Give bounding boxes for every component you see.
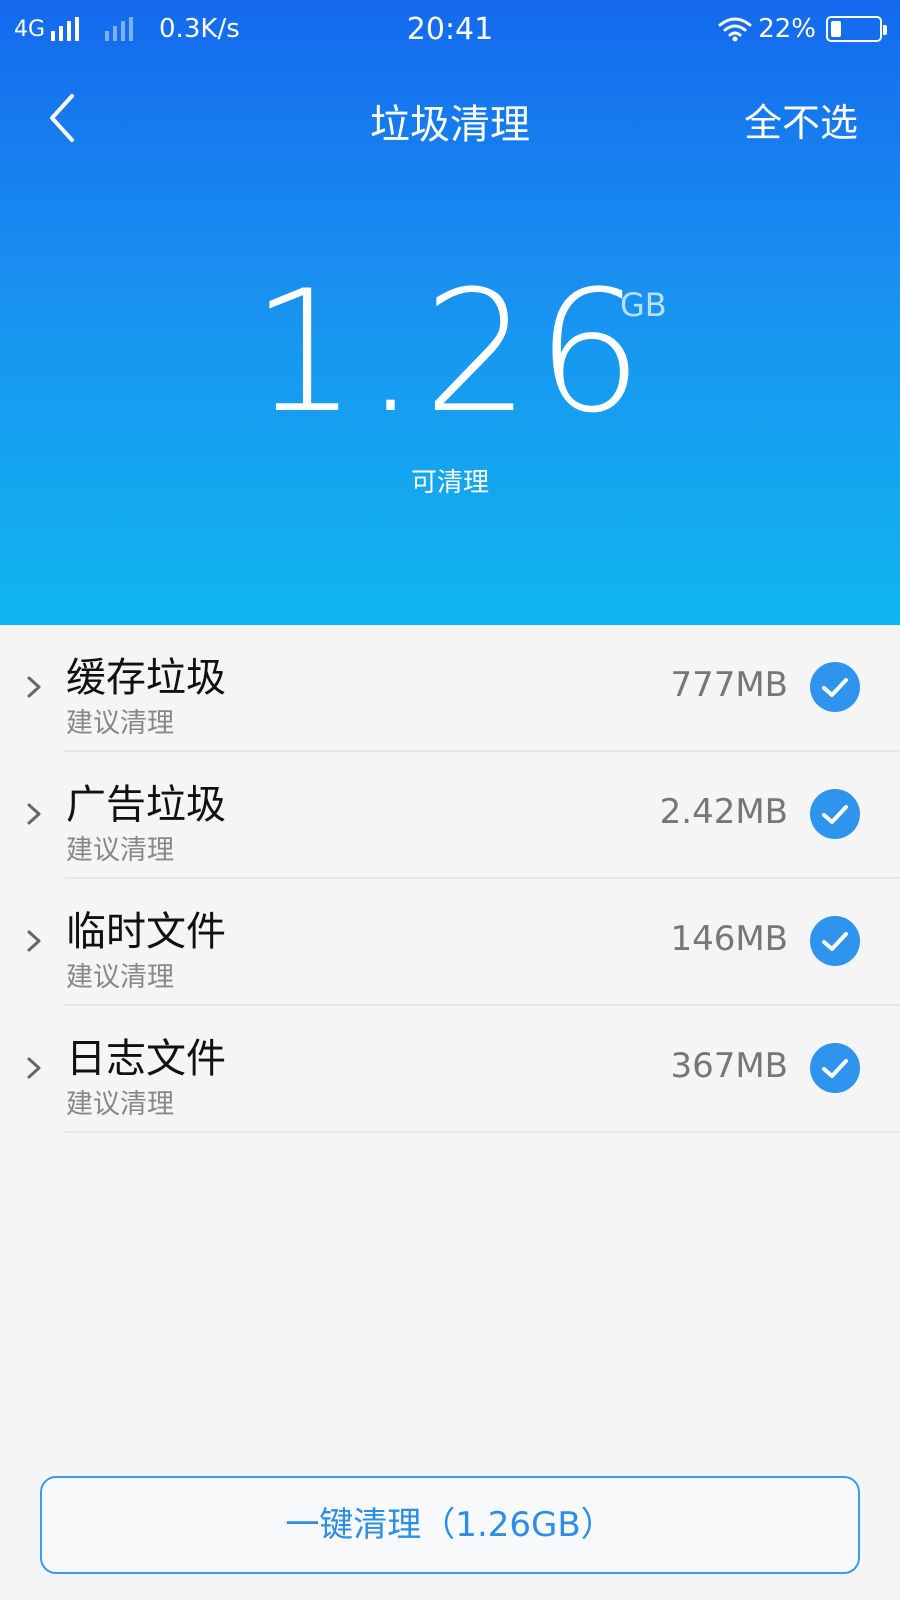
checkmark-icon [822,678,848,697]
checkmark-icon [822,805,848,824]
category-hint: 建议清理 [66,835,174,866]
one-click-clean-button[interactable]: 一键清理（1.26GB） [40,1476,860,1574]
battery-icon [826,16,887,42]
wifi-icon [718,17,752,42]
category-size: 2.42MB [659,792,788,832]
junk-category-list: 缓存垃圾 建议清理 777MB 广告垃圾 建议清理 2.42MB 临时文件 建议… [0,625,900,1133]
status-bar: 4G 0.3K/s 20:41 22% [0,0,900,62]
chevron-right-icon[interactable] [22,1052,46,1084]
header-panel: 4G 0.3K/s 20:41 22% 垃圾清理 全不选 1.26 GB 可清理 [0,0,900,625]
category-checkbox[interactable] [810,1043,860,1093]
category-size: 146MB [670,919,788,959]
chevron-right-icon[interactable] [22,671,46,703]
chevron-right-icon[interactable] [22,925,46,957]
list-item[interactable]: 临时文件 建议清理 146MB [0,879,900,1006]
junk-amount: 1.26 GB [0,262,900,442]
category-hint: 建议清理 [66,962,174,993]
checkmark-icon [822,1059,848,1078]
status-right: 22% [718,14,887,44]
deselect-all-button[interactable]: 全不选 [744,92,858,147]
amount-value: 1.26 [250,254,650,450]
category-name: 临时文件 [66,909,226,955]
category-size: 367MB [670,1046,788,1086]
list-item[interactable]: 日志文件 建议清理 367MB [0,1006,900,1133]
category-checkbox[interactable] [810,662,860,712]
category-name: 日志文件 [66,1036,226,1082]
category-hint: 建议清理 [66,708,174,739]
chevron-right-icon[interactable] [22,798,46,830]
battery-percent: 22% [758,14,816,44]
amount-unit: GB [620,286,667,324]
category-name: 广告垃圾 [66,782,226,828]
list-item[interactable]: 广告垃圾 建议清理 2.42MB [0,752,900,879]
nav-bar: 垃圾清理 全不选 [0,76,900,160]
divider [65,1131,900,1133]
category-checkbox[interactable] [810,916,860,966]
category-checkbox[interactable] [810,789,860,839]
amount-caption: 可清理 [410,468,489,498]
list-item[interactable]: 缓存垃圾 建议清理 777MB [0,625,900,752]
category-size: 777MB [670,665,788,705]
category-hint: 建议清理 [66,1089,174,1120]
category-name: 缓存垃圾 [66,655,226,701]
checkmark-icon [822,932,848,951]
